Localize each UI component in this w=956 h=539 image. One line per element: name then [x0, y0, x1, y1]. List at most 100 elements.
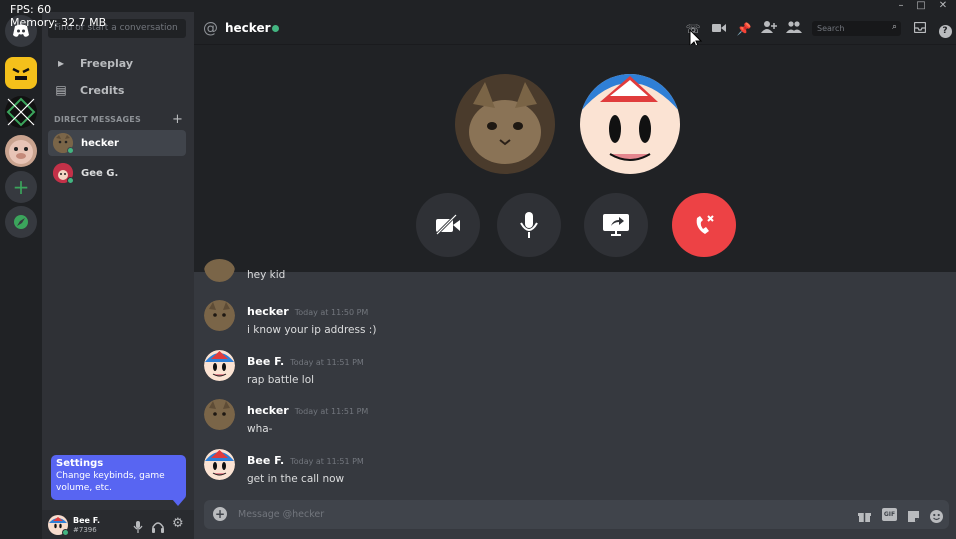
member-list-button[interactable]: [786, 21, 802, 37]
online-status-icon: [272, 25, 279, 32]
message-avatar[interactable]: [204, 449, 235, 480]
message-timestamp: Today at 11:50 PM: [294, 308, 369, 317]
phone-hangup-icon: [696, 215, 714, 234]
help-button[interactable]: ?: [937, 21, 953, 38]
user-settings-button[interactable]: ⚙: [172, 517, 184, 530]
call-participant-bee: [580, 74, 680, 174]
message-avatar[interactable]: [204, 399, 235, 430]
message-text: rap battle lol: [247, 374, 315, 386]
emoji-button[interactable]: [930, 508, 943, 527]
angry-face-icon: [9, 63, 33, 83]
boy-avatar-icon: [204, 449, 235, 480]
video-off-icon: [435, 214, 460, 236]
message-text: hey kid: [247, 269, 286, 281]
debug-overlay: FPS: 60 Memory: 32.7 MB: [10, 3, 106, 29]
direct-messages-header: DIRECT MESSAGES: [54, 115, 141, 124]
online-status-icon: [67, 147, 74, 154]
server-icon-pig[interactable]: [5, 135, 37, 167]
tooltip-arrow: [172, 499, 184, 506]
help-icon: ?: [938, 25, 952, 38]
message-author[interactable]: Bee F.: [247, 454, 284, 467]
plus-icon: +: [12, 175, 30, 199]
fps-counter: FPS: 60: [10, 3, 52, 16]
maximize-button[interactable]: □: [912, 0, 930, 12]
nav-credits[interactable]: ▤ Credits: [52, 79, 124, 101]
tooltip-title: Settings: [56, 458, 104, 469]
add-server-button[interactable]: +: [5, 171, 37, 203]
mute-microphone-button[interactable]: [497, 193, 561, 257]
user-name: Bee F.: [73, 516, 101, 525]
close-window-button[interactable]: ✕: [934, 0, 952, 12]
minimize-button[interactable]: –: [892, 0, 910, 12]
emoji-icon: [930, 510, 943, 523]
cat-avatar-icon: [204, 399, 235, 430]
credits-icon: ▤: [55, 83, 67, 97]
search-placeholder: Search: [817, 24, 845, 33]
server-rail: [0, 12, 42, 539]
message-item: Bee F. Today at 11:51 PM rap battle lol: [204, 350, 364, 386]
inbox-button[interactable]: [912, 21, 928, 37]
camera-toggle-button[interactable]: [416, 193, 480, 257]
search-icon: ⌕: [891, 22, 897, 32]
call-participant-hecker: [455, 74, 555, 174]
add-friends-button[interactable]: [761, 21, 777, 37]
message-author[interactable]: hecker: [247, 305, 289, 318]
message-item: Bee F. Today at 11:51 PM get in the call …: [204, 449, 364, 485]
title-bar: [0, 0, 956, 12]
boy-avatar-icon: [204, 350, 235, 381]
boy-avatar-icon: [580, 74, 680, 174]
tooltip-body: Change keybinds, game volume, etc.: [56, 471, 165, 493]
dm-name: hecker: [81, 137, 119, 149]
message-avatar[interactable]: [204, 350, 235, 381]
avatar: [53, 163, 74, 184]
pinned-messages-button[interactable]: 📌: [736, 21, 752, 37]
message-item: hey kid: [204, 259, 285, 282]
sticker-button[interactable]: [907, 508, 920, 527]
message-author[interactable]: hecker: [247, 404, 289, 417]
at-icon: @: [203, 19, 218, 37]
call-panel: [194, 45, 956, 272]
message-input[interactable]: Message @hecker: [238, 509, 798, 520]
channel-title: hecker: [225, 21, 271, 35]
sticker-icon: [908, 511, 919, 522]
screen-share-icon: [603, 214, 629, 236]
dm-item-hecker[interactable]: hecker: [48, 130, 186, 156]
gif-button[interactable]: GIF: [882, 508, 897, 521]
hang-up-button[interactable]: [672, 193, 736, 257]
upload-button[interactable]: +: [213, 507, 227, 521]
message-avatar[interactable]: [204, 300, 235, 331]
nav-freeplay-label: Freeplay: [80, 56, 134, 70]
server-icon-geometric[interactable]: [5, 96, 37, 128]
diamond-icon: [6, 97, 36, 127]
add-user-icon: [761, 21, 777, 33]
message-item: hecker Today at 11:50 PM i know your ip a…: [204, 300, 376, 336]
nav-freeplay[interactable]: ▸ Freeplay: [52, 52, 133, 74]
cat-avatar-icon: [204, 300, 235, 331]
explore-servers-button[interactable]: [5, 206, 37, 238]
members-icon: [786, 21, 802, 33]
mute-button[interactable]: [133, 518, 143, 537]
cat-avatar-icon: [204, 259, 235, 282]
user-avatar[interactable]: [48, 515, 69, 536]
online-status-icon: [67, 177, 74, 184]
message-text: get in the call now: [247, 473, 345, 485]
nav-credits-label: Credits: [80, 83, 125, 97]
freeplay-icon: ▸: [57, 56, 65, 70]
screen-share-button[interactable]: [584, 193, 648, 257]
message-author[interactable]: Bee F.: [247, 355, 284, 368]
create-dm-button[interactable]: +: [172, 112, 183, 127]
video-call-button[interactable]: [711, 21, 727, 37]
deafen-button[interactable]: [152, 518, 164, 537]
message-timestamp: Today at 11:51 PM: [294, 407, 369, 416]
plus-icon: +: [214, 507, 226, 521]
header-search-input[interactable]: Search ⌕: [812, 21, 901, 36]
message-text: wha-: [247, 423, 273, 435]
dm-item-gee-g[interactable]: Gee G.: [48, 160, 186, 186]
gift-button[interactable]: [858, 508, 871, 527]
video-camera-icon: [712, 24, 726, 32]
dm-name: Gee G.: [81, 167, 119, 179]
message-timestamp: Today at 11:51 PM: [290, 457, 364, 466]
server-icon-face[interactable]: [5, 57, 37, 89]
message-item: hecker Today at 11:51 PM wha-: [204, 399, 368, 435]
message-text: i know your ip address :): [247, 324, 377, 336]
